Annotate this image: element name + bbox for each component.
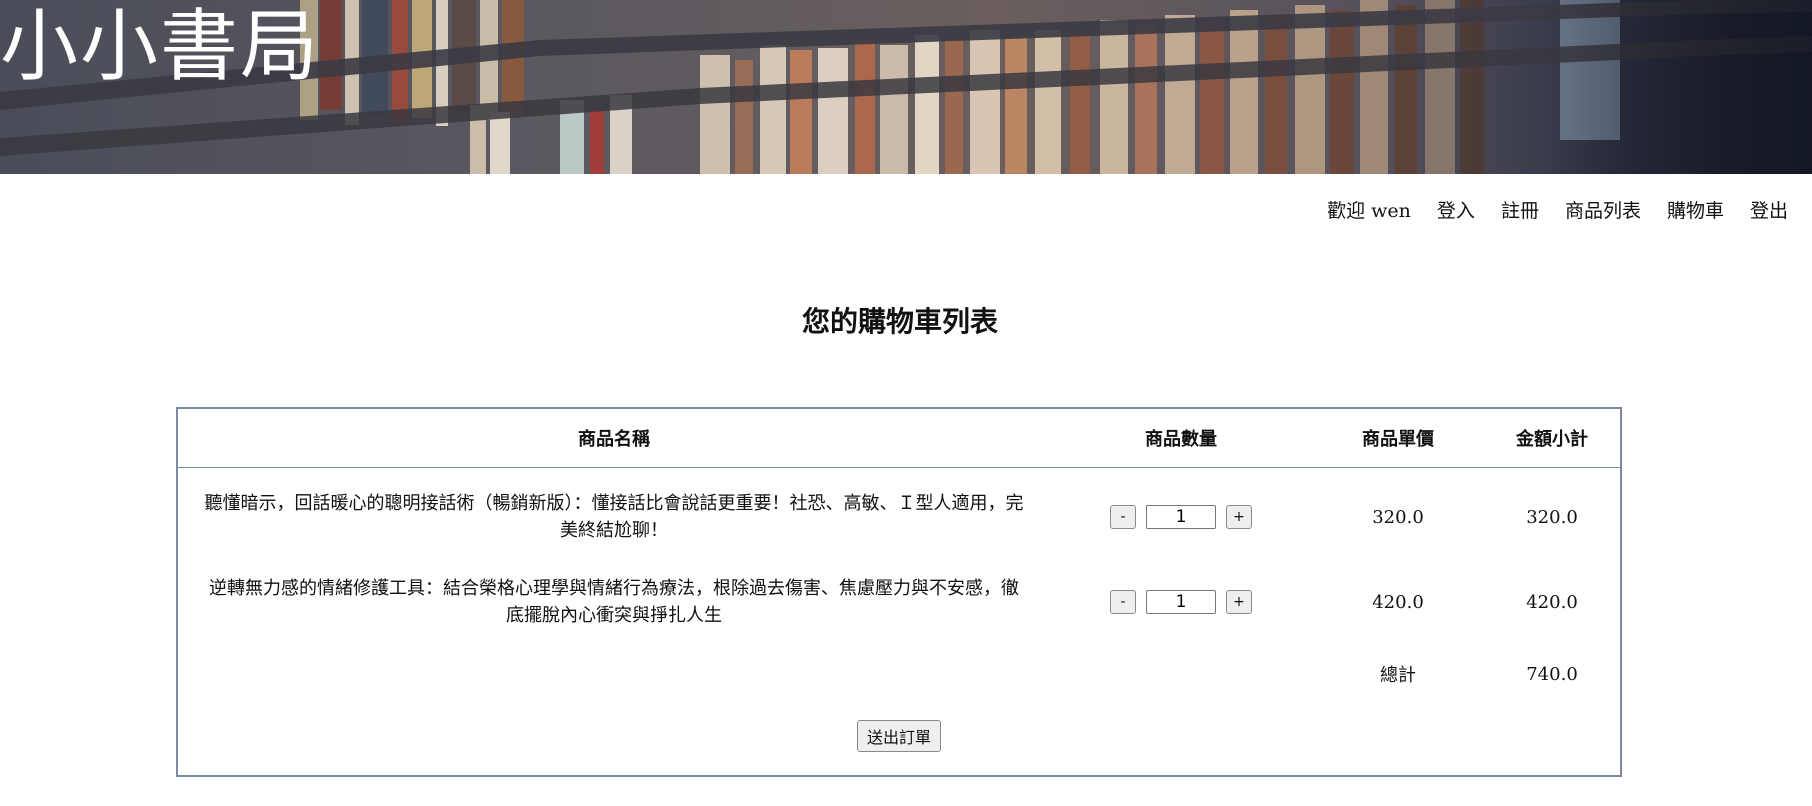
product-name: 聽懂暗示，回話暖心的聰明接話術（暢銷新版）：懂接話比會說話更重要！社恐、高敏、Ｉ… <box>204 493 1024 541</box>
welcome-message: 歡迎 wen <box>1327 196 1411 223</box>
column-header-subtotal: 金額小計 <box>1484 409 1620 468</box>
header-banner: 小小書局 <box>0 0 1812 174</box>
welcome-prefix: 歡迎 <box>1327 200 1366 222</box>
subtotal: 420.0 <box>1526 591 1578 613</box>
quantity-cell: - + <box>1050 468 1312 567</box>
nav-register-link[interactable]: 註冊 <box>1501 196 1539 223</box>
unit-price: 420.0 <box>1372 591 1424 613</box>
decrement-button[interactable]: - <box>1110 590 1136 614</box>
quantity-stepper: - + <box>1110 505 1252 529</box>
username: wen <box>1371 200 1411 222</box>
table-header-row: 商品名稱 商品數量 商品單價 金額小計 <box>178 409 1620 468</box>
total-label: 總計 <box>1380 665 1416 686</box>
column-header-unit-price: 商品單價 <box>1312 409 1484 468</box>
top-nav: 歡迎 wen 登入 註冊 商品列表 購物車 登出 <box>1327 196 1788 223</box>
nav-cart-link[interactable]: 購物車 <box>1667 196 1724 223</box>
site-title: 小小書局 <box>0 2 321 92</box>
table-row: 聽懂暗示，回話暖心的聰明接話術（暢銷新版）：懂接話比會說話更重要！社恐、高敏、Ｉ… <box>178 468 1620 567</box>
quantity-input[interactable] <box>1146 590 1216 614</box>
nav-product-list-link[interactable]: 商品列表 <box>1565 196 1641 223</box>
column-header-name: 商品名稱 <box>178 409 1050 468</box>
table-row: 逆轉無力感的情緒修護工具：結合榮格心理學與情緒行為療法，根除過去傷害、焦慮壓力與… <box>178 566 1620 638</box>
quantity-cell: - + <box>1050 566 1312 638</box>
nav-logout-link[interactable]: 登出 <box>1750 196 1788 223</box>
cart-table: 商品名稱 商品數量 商品單價 金額小計 聽懂暗示，回話暖心的聰明接話術（暢銷新版… <box>178 409 1620 710</box>
empty-cell <box>178 638 1050 710</box>
product-name: 逆轉無力感的情緒修護工具：結合榮格心理學與情緒行為療法，根除過去傷害、焦慮壓力與… <box>209 578 1019 626</box>
unit-price: 320.0 <box>1372 506 1424 528</box>
quantity-input[interactable] <box>1146 505 1216 529</box>
decrement-button[interactable]: - <box>1110 505 1136 529</box>
submit-order-button[interactable]: 送出訂單 <box>856 720 941 752</box>
empty-cell <box>1050 638 1312 710</box>
nav-login-link[interactable]: 登入 <box>1437 196 1475 223</box>
cart-table-container: 商品名稱 商品數量 商品單價 金額小計 聽懂暗示，回話暖心的聰明接話術（暢銷新版… <box>176 407 1622 777</box>
increment-button[interactable]: + <box>1226 590 1252 614</box>
submit-area: 送出訂單 <box>178 710 1620 752</box>
column-header-quantity: 商品數量 <box>1050 409 1312 468</box>
page-title: 您的購物車列表 <box>801 305 998 338</box>
total-row: 總計 740.0 <box>178 638 1620 710</box>
increment-button[interactable]: + <box>1226 505 1252 529</box>
total-value: 740.0 <box>1526 663 1578 685</box>
subtotal: 320.0 <box>1526 506 1578 528</box>
quantity-stepper: - + <box>1110 590 1252 614</box>
